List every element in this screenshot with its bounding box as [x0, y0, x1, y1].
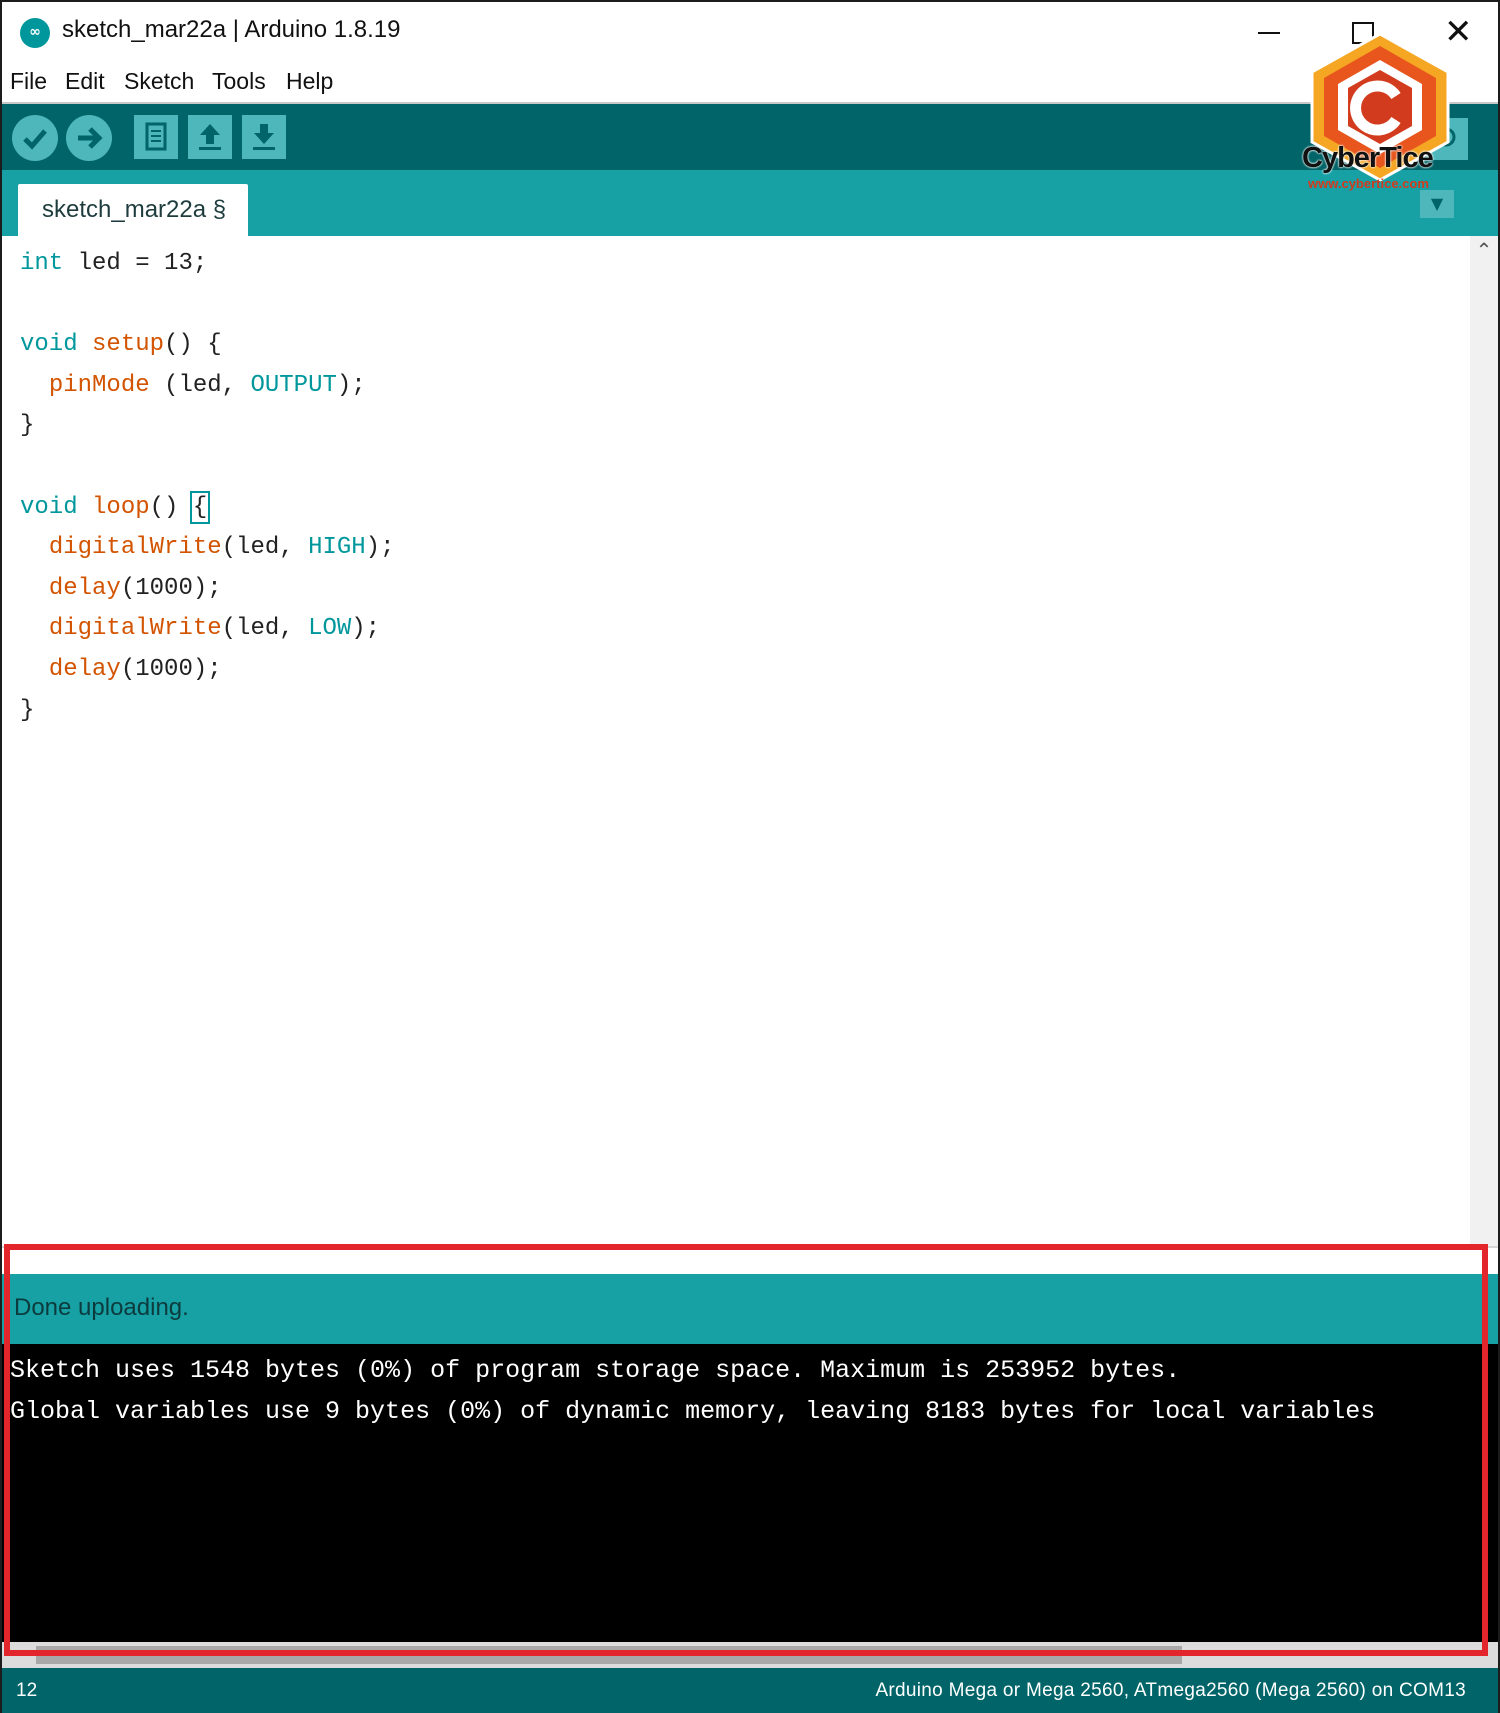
function-name: loop	[92, 493, 150, 521]
keyword: void	[20, 493, 78, 521]
function-name: delay	[48, 655, 121, 683]
menu-file[interactable]: File	[10, 68, 47, 95]
arduino-infinity-icon: ∞	[20, 18, 50, 48]
function-name: pinMode	[48, 371, 150, 399]
code-token: led = 13;	[63, 250, 208, 277]
code-token: (led,	[149, 371, 251, 399]
code-text[interactable]: int led = 13; void setup() { pinMode (le…	[20, 244, 394, 731]
upload-icon	[78, 127, 103, 149]
constant: HIGH	[308, 534, 366, 562]
constant: OUTPUT	[250, 371, 337, 399]
tab-sketch[interactable]: sketch_mar22a §	[18, 184, 248, 236]
title-bar: ∞ sketch_mar22a | Arduino 1.8.19 ✕	[2, 2, 1498, 62]
cybertice-logo-url: www.cybertice.com	[1308, 176, 1429, 191]
menu-bar: File Edit Sketch Tools Help	[2, 62, 1498, 104]
menu-help[interactable]: Help	[286, 68, 333, 95]
code-token: (1000);	[120, 574, 222, 602]
code-token: );	[351, 615, 381, 643]
code-token: (led,	[221, 615, 309, 643]
keyword: int	[20, 250, 64, 277]
menu-tools[interactable]: Tools	[212, 68, 266, 95]
code-token: () {	[164, 331, 222, 359]
code-token: );	[336, 371, 366, 399]
function-name: digitalWrite	[48, 534, 222, 562]
highlight-box	[4, 1244, 1488, 1656]
tab-strip: sketch_mar22a § ▼	[2, 170, 1498, 236]
verify-icon	[23, 129, 47, 150]
menu-edit[interactable]: Edit	[65, 68, 105, 95]
footer-bar: 12 Arduino Mega or Mega 2560, ATmega2560…	[2, 1668, 1498, 1713]
arduino-ide-window: ∞ sketch_mar22a | Arduino 1.8.19 ✕ File …	[0, 0, 1500, 1713]
keyword: void	[20, 331, 78, 359]
function-name: delay	[48, 574, 121, 602]
code-token: }	[20, 412, 35, 440]
cybertice-logo-text: CyberTice	[1302, 142, 1434, 174]
open-icon	[199, 124, 221, 150]
save-icon	[253, 124, 275, 150]
text-cursor-bracket: {	[189, 490, 211, 524]
new-button[interactable]	[134, 115, 178, 159]
code-token: }	[20, 696, 35, 724]
code-token: (led,	[221, 534, 309, 562]
menu-sketch[interactable]: Sketch	[124, 68, 194, 95]
board-port-info: Arduino Mega or Mega 2560, ATmega2560 (M…	[875, 1680, 1466, 1701]
code-token: );	[365, 534, 395, 562]
code-editor[interactable]: int led = 13; void setup() { pinMode (le…	[2, 236, 1470, 1246]
toolbar	[2, 104, 1498, 170]
function-name: digitalWrite	[48, 615, 222, 643]
minimize-icon	[1258, 32, 1280, 34]
window-title: sketch_mar22a | Arduino 1.8.19	[62, 16, 401, 43]
minimize-button[interactable]	[1242, 10, 1298, 54]
line-number: 12	[16, 1680, 38, 1701]
upload-button[interactable]	[66, 115, 112, 161]
save-button[interactable]	[242, 115, 286, 159]
new-icon	[145, 122, 167, 151]
editor-vertical-scrollbar[interactable]: ⌃	[1470, 236, 1498, 1246]
tab-label: sketch_mar22a §	[42, 196, 227, 223]
code-token: (1000);	[120, 655, 222, 683]
function-name: setup	[92, 331, 165, 359]
code-token: ()	[149, 493, 193, 521]
chevron-up-icon: ⌃	[1475, 238, 1493, 262]
open-button[interactable]	[188, 115, 232, 159]
constant: LOW	[308, 615, 352, 643]
verify-button[interactable]	[12, 115, 58, 161]
